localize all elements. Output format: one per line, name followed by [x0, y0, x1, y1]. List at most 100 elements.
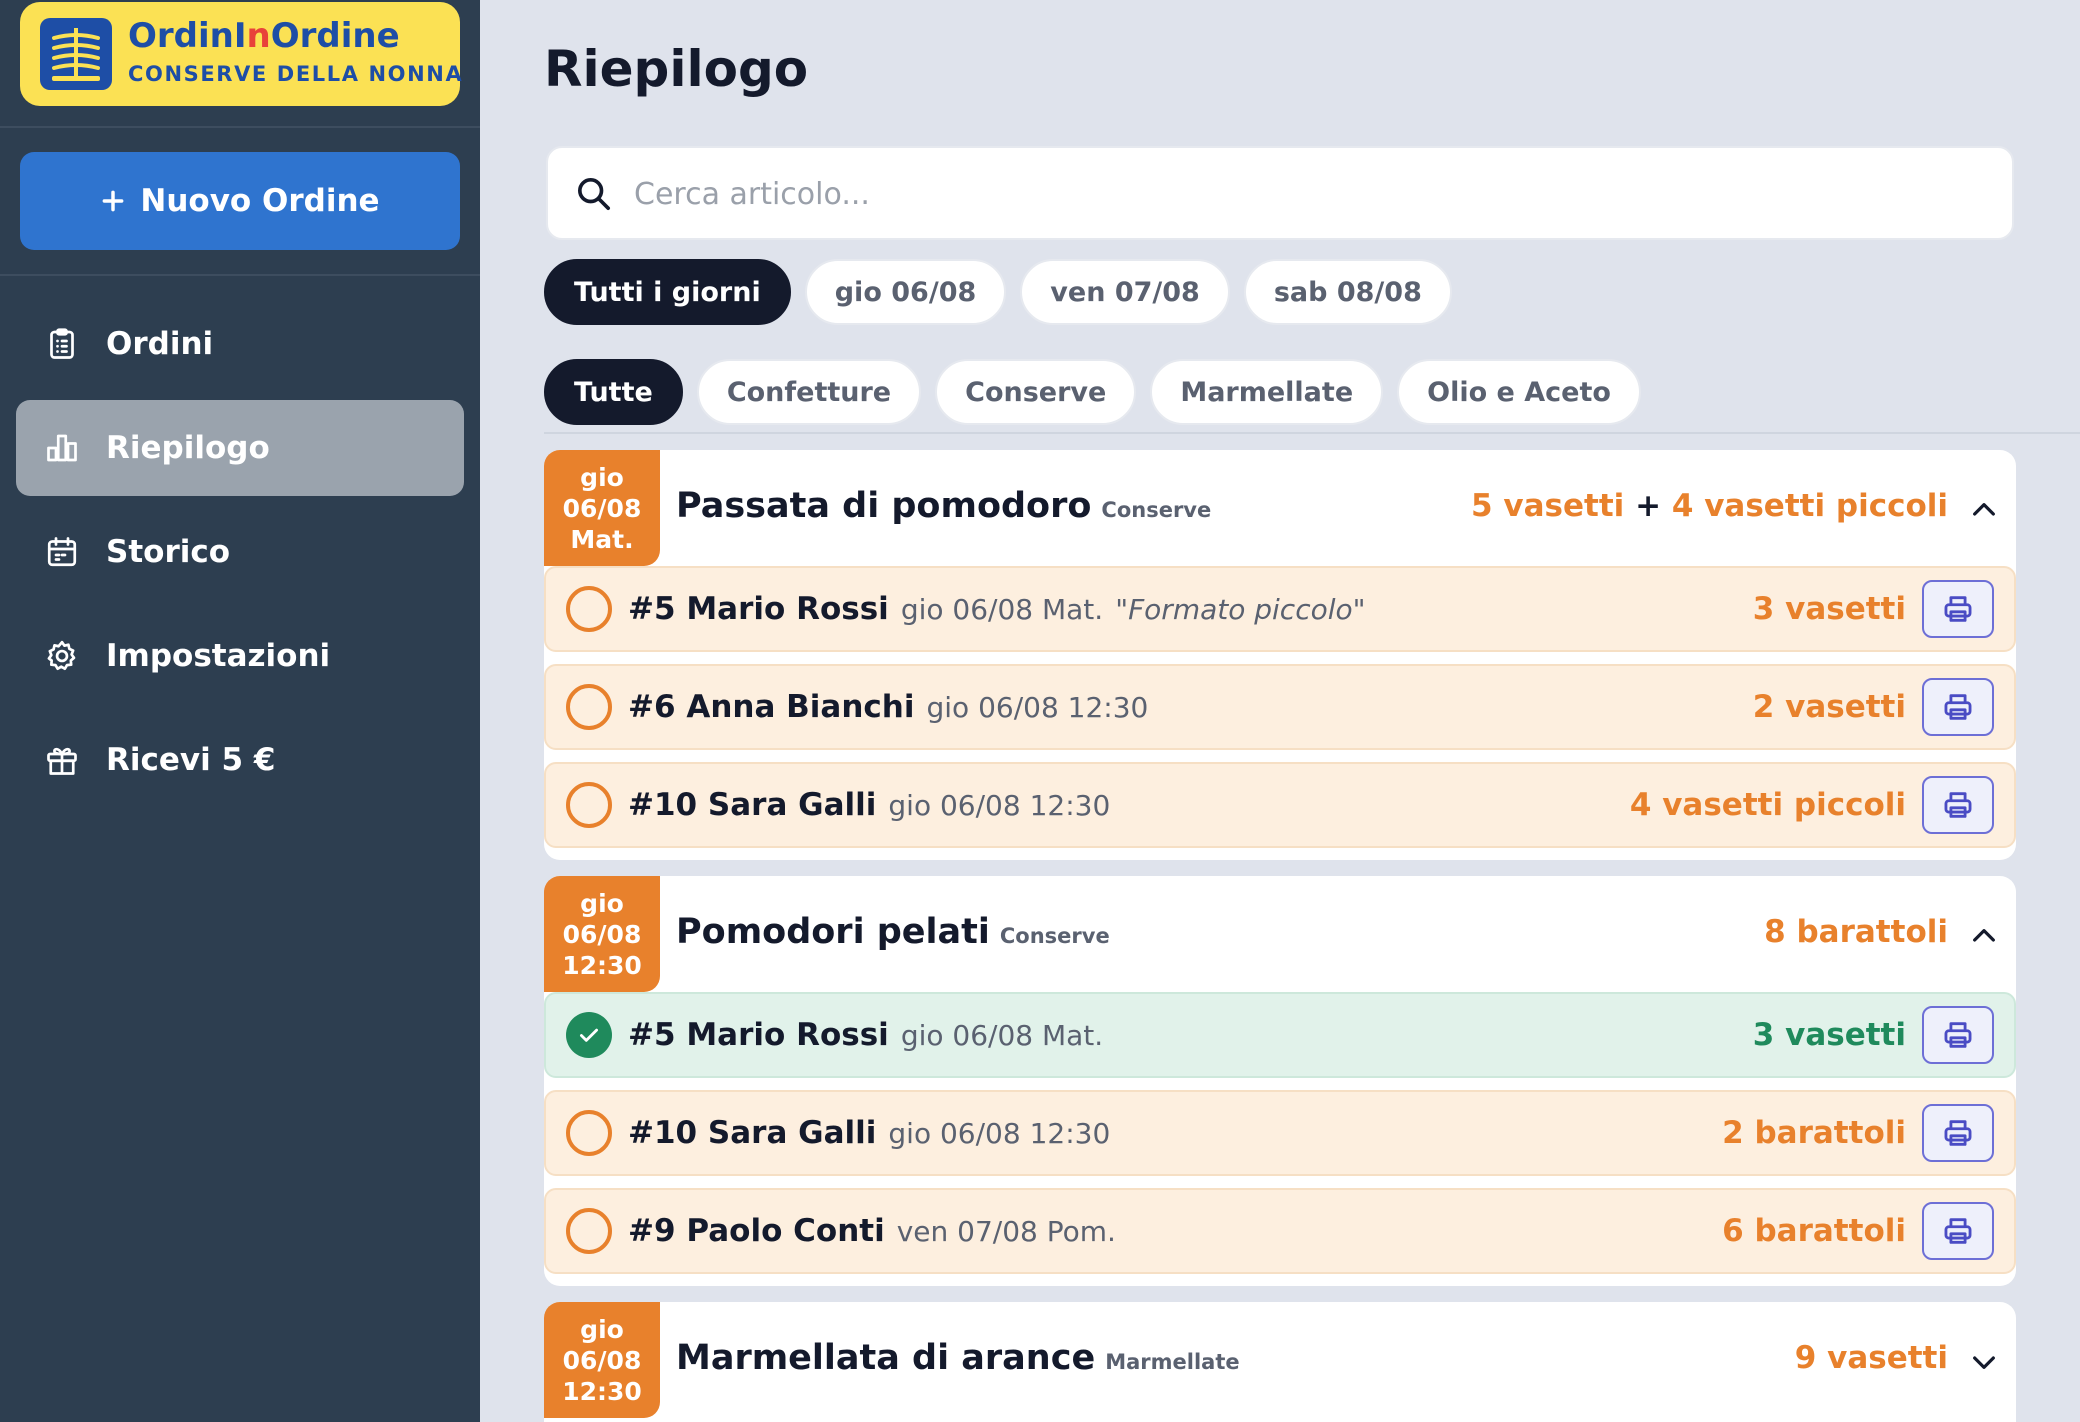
sidebar-item-label: Impostazioni — [106, 638, 331, 674]
date-badge: gio 06/08 12:30 — [544, 1302, 660, 1418]
print-button[interactable] — [1922, 580, 1994, 638]
order-row: #10 Sara Galli gio 06/08 12:30 2 baratto… — [544, 1090, 2016, 1176]
printer-icon — [1944, 596, 1972, 622]
day-filter-fri[interactable]: ven 07/08 — [1020, 259, 1230, 325]
printer-icon — [1944, 694, 1972, 720]
gear-icon — [47, 640, 76, 671]
category-filter-olio-aceto[interactable]: Olio e Aceto — [1397, 359, 1641, 425]
order-status-toggle[interactable] — [566, 782, 612, 828]
date-badge: gio 06/08 12:30 — [544, 876, 660, 992]
chevron-up-icon[interactable] — [1968, 920, 2000, 952]
printer-icon — [1944, 792, 1972, 818]
sidebar-item-history[interactable]: Storico — [16, 504, 464, 600]
order-row: #5 Mario Rossi gio 06/08 Mat. 3 vasetti — [544, 992, 2016, 1078]
day-filter-thu[interactable]: gio 06/08 — [804, 259, 1007, 325]
order-quantity: 4 vasetti piccoli — [1629, 787, 1906, 823]
sidebar-item-settings[interactable]: Impostazioni — [16, 608, 464, 704]
search-input[interactable] — [634, 164, 1974, 224]
order-row: #9 Paolo Conti ven 07/08 Pom. 6 barattol… — [544, 1188, 2016, 1274]
product-name: Pomodori pelati Conserve — [676, 912, 1110, 952]
order-date: gio 06/08 Mat. — [900, 1018, 1104, 1052]
search-bar[interactable] — [546, 146, 2014, 240]
category-filter-conserve[interactable]: Conserve — [935, 359, 1137, 425]
order-quantity: 2 barattoli — [1722, 1115, 1906, 1151]
sidebar-divider — [0, 126, 480, 128]
order-date: ven 07/08 Pom. — [896, 1214, 1116, 1248]
order-status-toggle[interactable] — [566, 1110, 612, 1156]
printer-icon — [1944, 1022, 1972, 1048]
order-customer: #10 Sara Galli — [628, 1115, 877, 1151]
order-row: #5 Mario Rossi gio 06/08 Mat. "Formato p… — [544, 566, 2016, 652]
brand-tagline: CONSERVE DELLA NONNA — [128, 62, 464, 86]
order-note: "Formato piccolo" — [1115, 592, 1366, 626]
filters-divider — [544, 432, 2080, 434]
day-filter-all[interactable]: Tutti i giorni — [544, 259, 791, 325]
sidebar-item-label: Ordini — [106, 326, 214, 362]
order-date: gio 06/08 12:30 — [888, 788, 1111, 822]
product-card: gio 06/08 12:30 Pomodori pelati Conserve 8 … — [544, 876, 2016, 1286]
search-icon — [578, 178, 610, 211]
print-button[interactable] — [1922, 1006, 1994, 1064]
printer-icon — [1944, 1218, 1972, 1244]
order-status-toggle[interactable] — [566, 684, 612, 730]
sidebar-divider — [0, 274, 480, 276]
order-customer: #10 Sara Galli — [628, 787, 877, 823]
order-status-toggle[interactable] — [566, 586, 612, 632]
product-card: gio 06/08 12:30 Marmellata di arance Marmel… — [544, 1302, 2016, 1422]
new-order-label: Nuovo Ordine — [140, 183, 380, 219]
order-quantity: 3 vasetti — [1752, 591, 1906, 627]
day-filter-chips: Tutti i giorni gio 06/08 ven 07/08 sab 0… — [544, 259, 1452, 325]
day-filter-sat[interactable]: sab 08/08 — [1243, 259, 1452, 325]
product-name: Passata di pomodoro Conserve — [676, 486, 1212, 526]
order-status-toggle[interactable] — [566, 1012, 612, 1058]
product-category: Conserve — [999, 924, 1110, 948]
order-date: gio 06/08 12:30 — [888, 1116, 1111, 1150]
product-total: 8 barattoli — [1764, 914, 1948, 950]
order-date: gio 06/08 Mat. — [900, 592, 1104, 626]
order-status-toggle[interactable] — [566, 1208, 612, 1254]
sidebar-item-label: Ricevi 5 € — [106, 742, 276, 778]
brand-logo[interactable]: OrdinInOrdine CONSERVE DELLA NONNA — [20, 2, 464, 106]
new-order-button[interactable]: Nuovo Ordine — [20, 152, 460, 250]
order-quantity: 3 vasetti — [1752, 1017, 1906, 1053]
print-button[interactable] — [1922, 776, 1994, 834]
product-card: gio 06/08 Mat. Passata di pomodoro Conserve… — [544, 450, 2016, 860]
order-row: #6 Anna Bianchi gio 06/08 12:30 2 vasett… — [544, 664, 2016, 750]
printer-icon — [1944, 1120, 1972, 1146]
order-customer: #6 Anna Bianchi — [628, 689, 915, 725]
sidebar-item-referral[interactable]: Ricevi 5 € — [16, 712, 464, 808]
sidebar-item-label: Storico — [106, 534, 231, 570]
clipboard-icon — [50, 328, 74, 359]
plus-icon — [103, 190, 124, 212]
brand-name: OrdinInOrdine — [128, 16, 400, 56]
print-button[interactable] — [1922, 678, 1994, 736]
product-total: 9 vasetti — [1794, 1340, 1948, 1376]
product-name: Marmellata di arance Marmellate — [676, 1338, 1240, 1378]
date-badge: gio 06/08 Mat. — [544, 450, 660, 566]
sidebar: OrdinInOrdine CONSERVE DELLA NONNA Nuovo… — [0, 0, 480, 1422]
category-filter-chips: Tutte Confetture Conserve Marmellate Oli… — [544, 359, 1641, 425]
product-category: Marmellate — [1105, 1350, 1240, 1374]
print-button[interactable] — [1922, 1104, 1994, 1162]
category-filter-marmellate[interactable]: Marmellate — [1150, 359, 1384, 425]
page-title: Riepilogo — [544, 40, 809, 98]
gift-icon — [47, 747, 77, 775]
calendar-icon — [47, 537, 77, 567]
chevron-up-icon[interactable] — [1968, 494, 2000, 526]
sidebar-item-label: Riepilogo — [106, 430, 270, 466]
order-customer: #9 Paolo Conti — [628, 1213, 885, 1249]
order-quantity: 2 vasetti — [1752, 689, 1906, 725]
logo-jar-icon — [40, 18, 112, 90]
print-button[interactable] — [1922, 1202, 1994, 1260]
sidebar-item-summary[interactable]: Riepilogo — [16, 400, 464, 496]
order-row: #10 Sara Galli gio 06/08 12:30 4 vasetti… — [544, 762, 2016, 848]
order-quantity: 6 barattoli — [1722, 1213, 1906, 1249]
category-filter-confetture[interactable]: Confetture — [696, 359, 922, 425]
chevron-down-icon[interactable] — [1968, 1346, 2000, 1378]
sidebar-item-orders[interactable]: Ordini — [16, 296, 464, 392]
category-filter-all[interactable]: Tutte — [544, 359, 683, 425]
order-date: gio 06/08 12:30 — [926, 690, 1149, 724]
product-category: Conserve — [1101, 498, 1212, 522]
checkmark-icon — [580, 1028, 598, 1042]
bar-chart-icon — [47, 434, 77, 462]
